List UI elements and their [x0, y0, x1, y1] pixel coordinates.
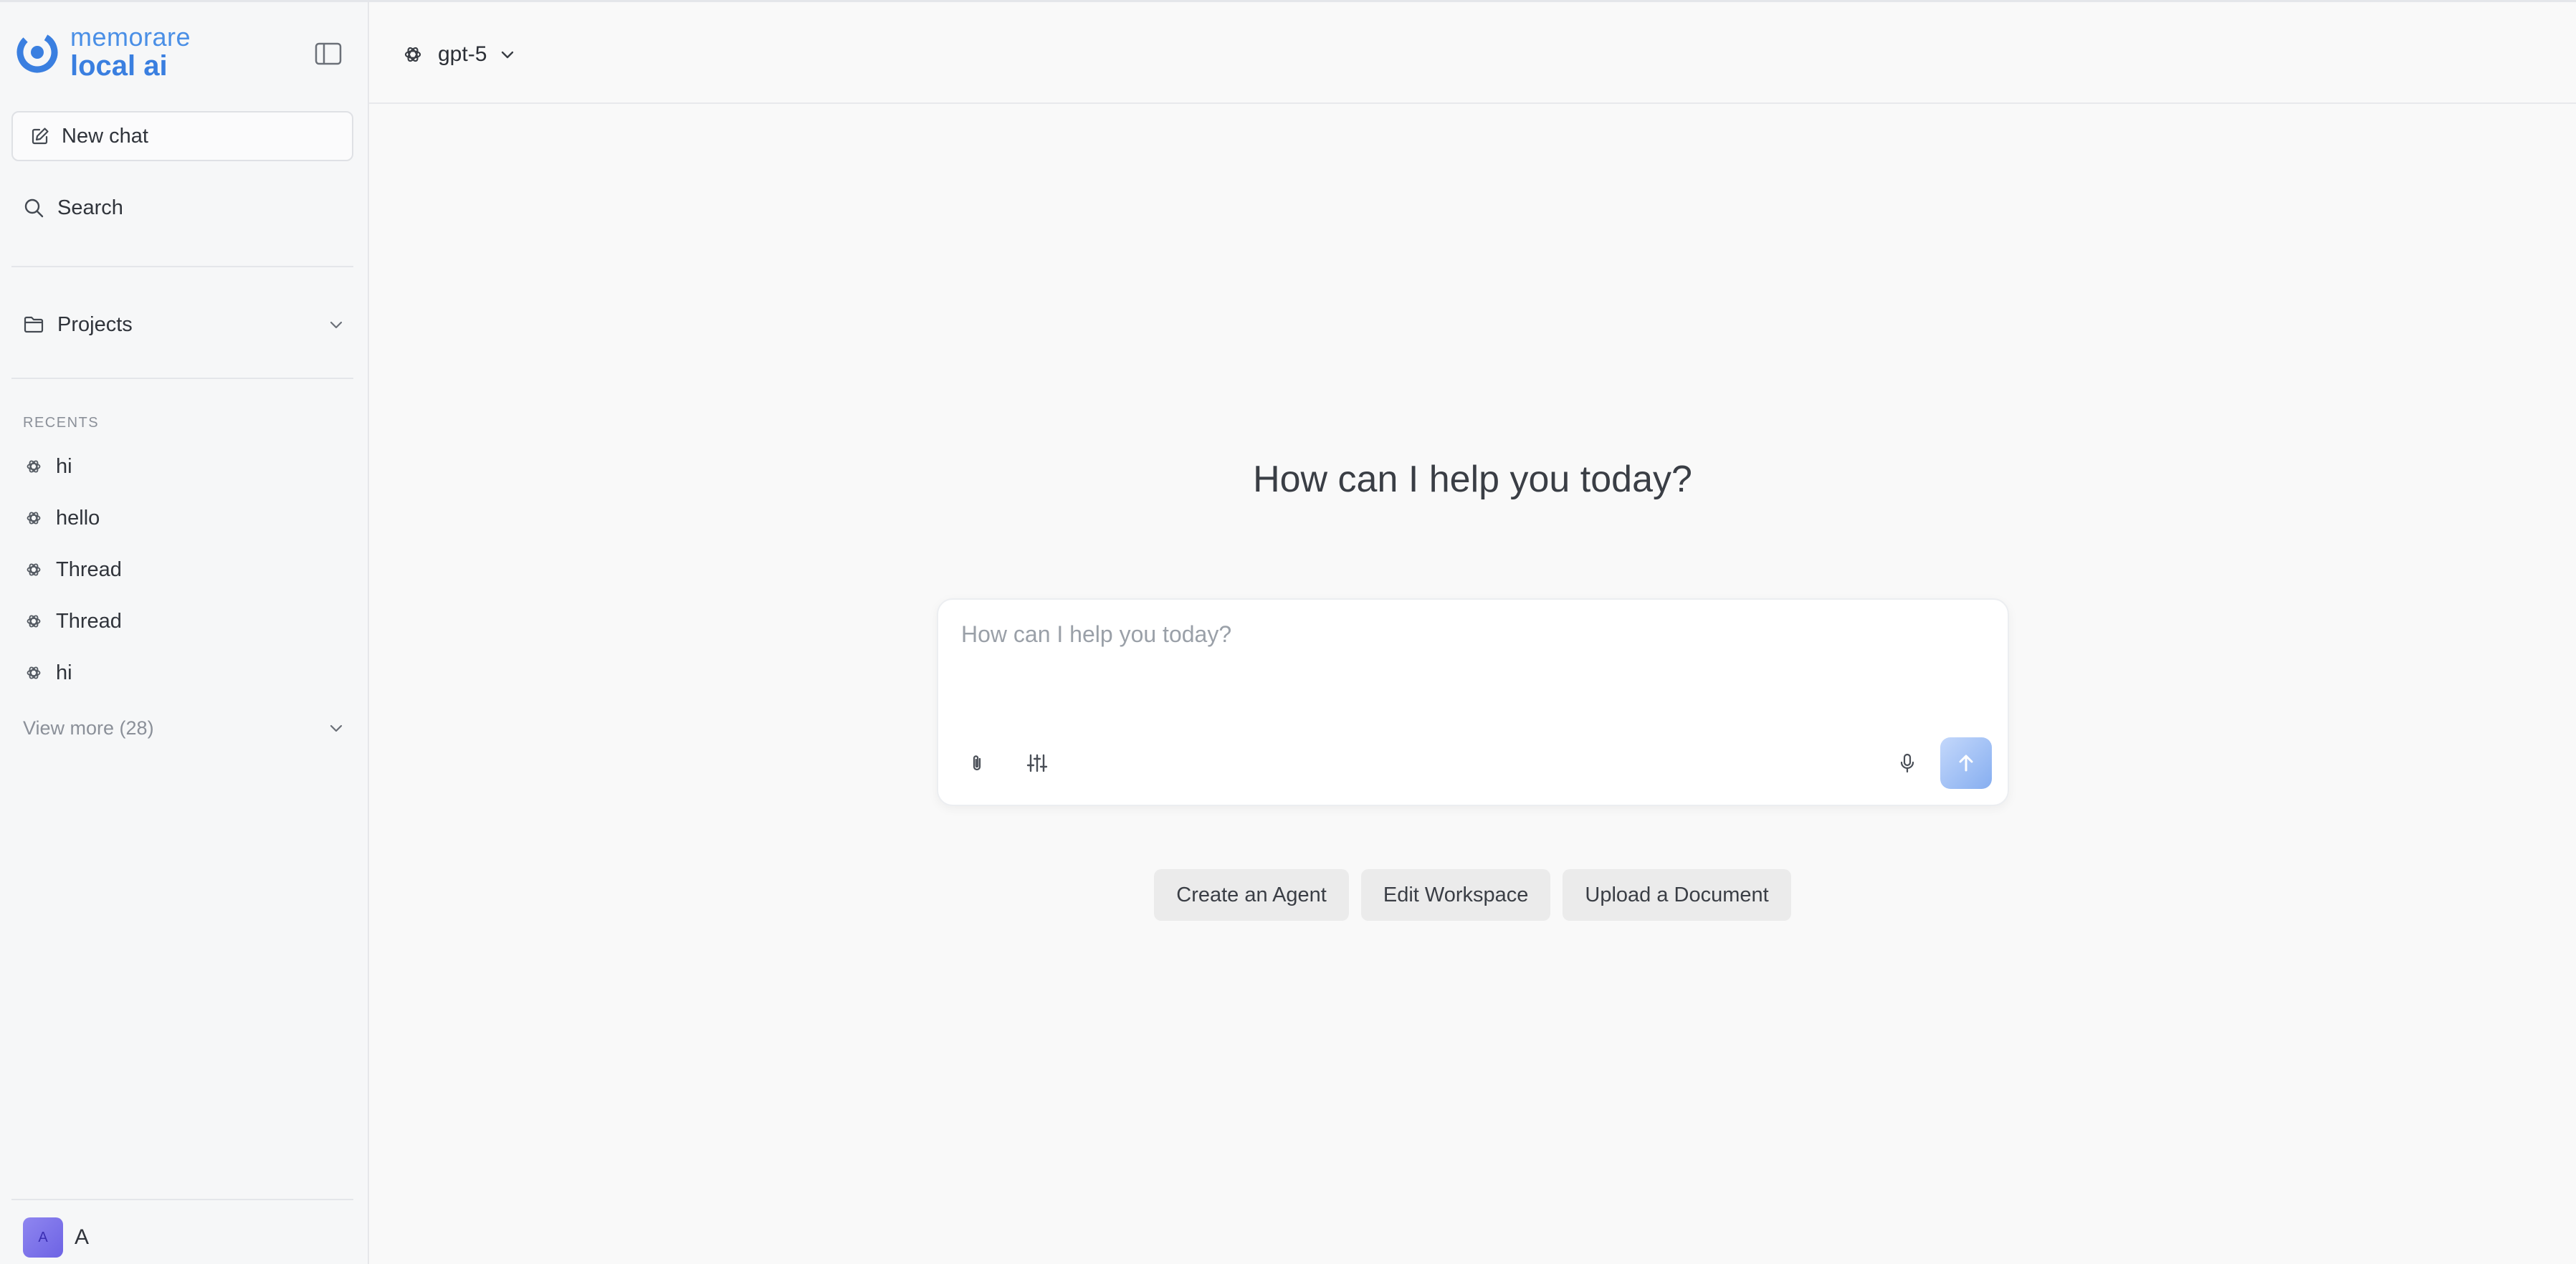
recent-chat-item[interactable]: hi	[26, 449, 72, 484]
chat-composer	[937, 598, 2009, 806]
brand-line-1: memorare	[70, 22, 191, 52]
openai-icon	[26, 665, 42, 681]
recent-chat-item[interactable]: hello	[26, 500, 100, 536]
model-name: gpt-5	[438, 42, 487, 66]
sidebar: memorare local ai New chat Search Projec…	[0, 2, 369, 1264]
model-selector[interactable]: gpt-5	[404, 37, 517, 72]
recents-heading: RECENTS	[23, 415, 100, 431]
openai-icon	[404, 45, 422, 64]
create-agent-button[interactable]: Create an Agent	[1154, 869, 1349, 921]
edit-icon	[30, 126, 50, 146]
view-more-button[interactable]: View more (28)	[23, 710, 345, 746]
chevron-down-icon[interactable]	[327, 315, 345, 334]
sliders-icon[interactable]	[1020, 746, 1054, 780]
recent-chat-item[interactable]: hi	[26, 655, 72, 691]
upload-document-button[interactable]: Upload a Document	[1563, 869, 1791, 921]
new-chat-label: New chat	[62, 124, 148, 148]
chevron-down-icon	[327, 719, 345, 737]
recent-chat-label: hi	[56, 454, 72, 478]
avatar: A	[23, 1217, 63, 1258]
recent-chat-label: hi	[56, 661, 72, 684]
brand-wordmark: memorare local ai	[70, 22, 191, 82]
recent-chat-label: Thread	[56, 557, 122, 581]
sidebar-divider	[11, 378, 353, 379]
app-window: memorare local ai New chat Search Projec…	[0, 0, 2576, 1264]
memorare-logo-icon	[16, 31, 59, 74]
openai-icon	[26, 459, 42, 474]
brand-line-2: local ai	[70, 50, 168, 82]
brand[interactable]: memorare local ai	[16, 24, 191, 81]
main-panel: gpt-5 How can I help you today? How can …	[369, 2, 2576, 1264]
view-more-label: View more (28)	[23, 717, 154, 739]
suggestion-chips: Create an Agent Edit Workspace Upload a …	[369, 869, 2576, 921]
sidebar-divider	[11, 1199, 353, 1200]
paperclip-icon[interactable]	[960, 746, 994, 780]
openai-icon	[26, 613, 42, 629]
recent-chat-label: Thread	[56, 609, 122, 633]
edit-workspace-button[interactable]: Edit Workspace	[1360, 869, 1551, 921]
search-label: Search	[57, 196, 123, 219]
recent-chat-item[interactable]: Thread	[26, 552, 122, 588]
folder-icon	[23, 314, 44, 335]
top-bar: gpt-5	[369, 2, 2576, 104]
sidebar-toggle-icon[interactable]	[314, 41, 343, 67]
microphone-icon[interactable]	[1890, 746, 1924, 780]
user-menu[interactable]: A A	[23, 1217, 89, 1258]
sidebar-item-search[interactable]: Search	[23, 190, 123, 226]
recent-chat-label: hello	[56, 506, 100, 530]
projects-label: Projects	[57, 312, 133, 336]
arrow-up-icon	[1955, 752, 1978, 775]
openai-icon	[26, 562, 42, 578]
message-input[interactable]	[960, 620, 1978, 706]
sidebar-item-projects[interactable]: Projects	[23, 307, 345, 343]
recent-chat-item[interactable]: Thread	[26, 603, 122, 639]
search-icon	[23, 197, 44, 219]
page-title: How can I help you today?	[1253, 459, 1692, 500]
send-button[interactable]	[1940, 737, 1992, 789]
user-name: A	[75, 1225, 90, 1249]
new-chat-button[interactable]: New chat	[11, 111, 353, 161]
openai-icon	[26, 510, 42, 526]
chevron-down-icon	[498, 45, 517, 64]
sidebar-divider	[11, 266, 353, 267]
